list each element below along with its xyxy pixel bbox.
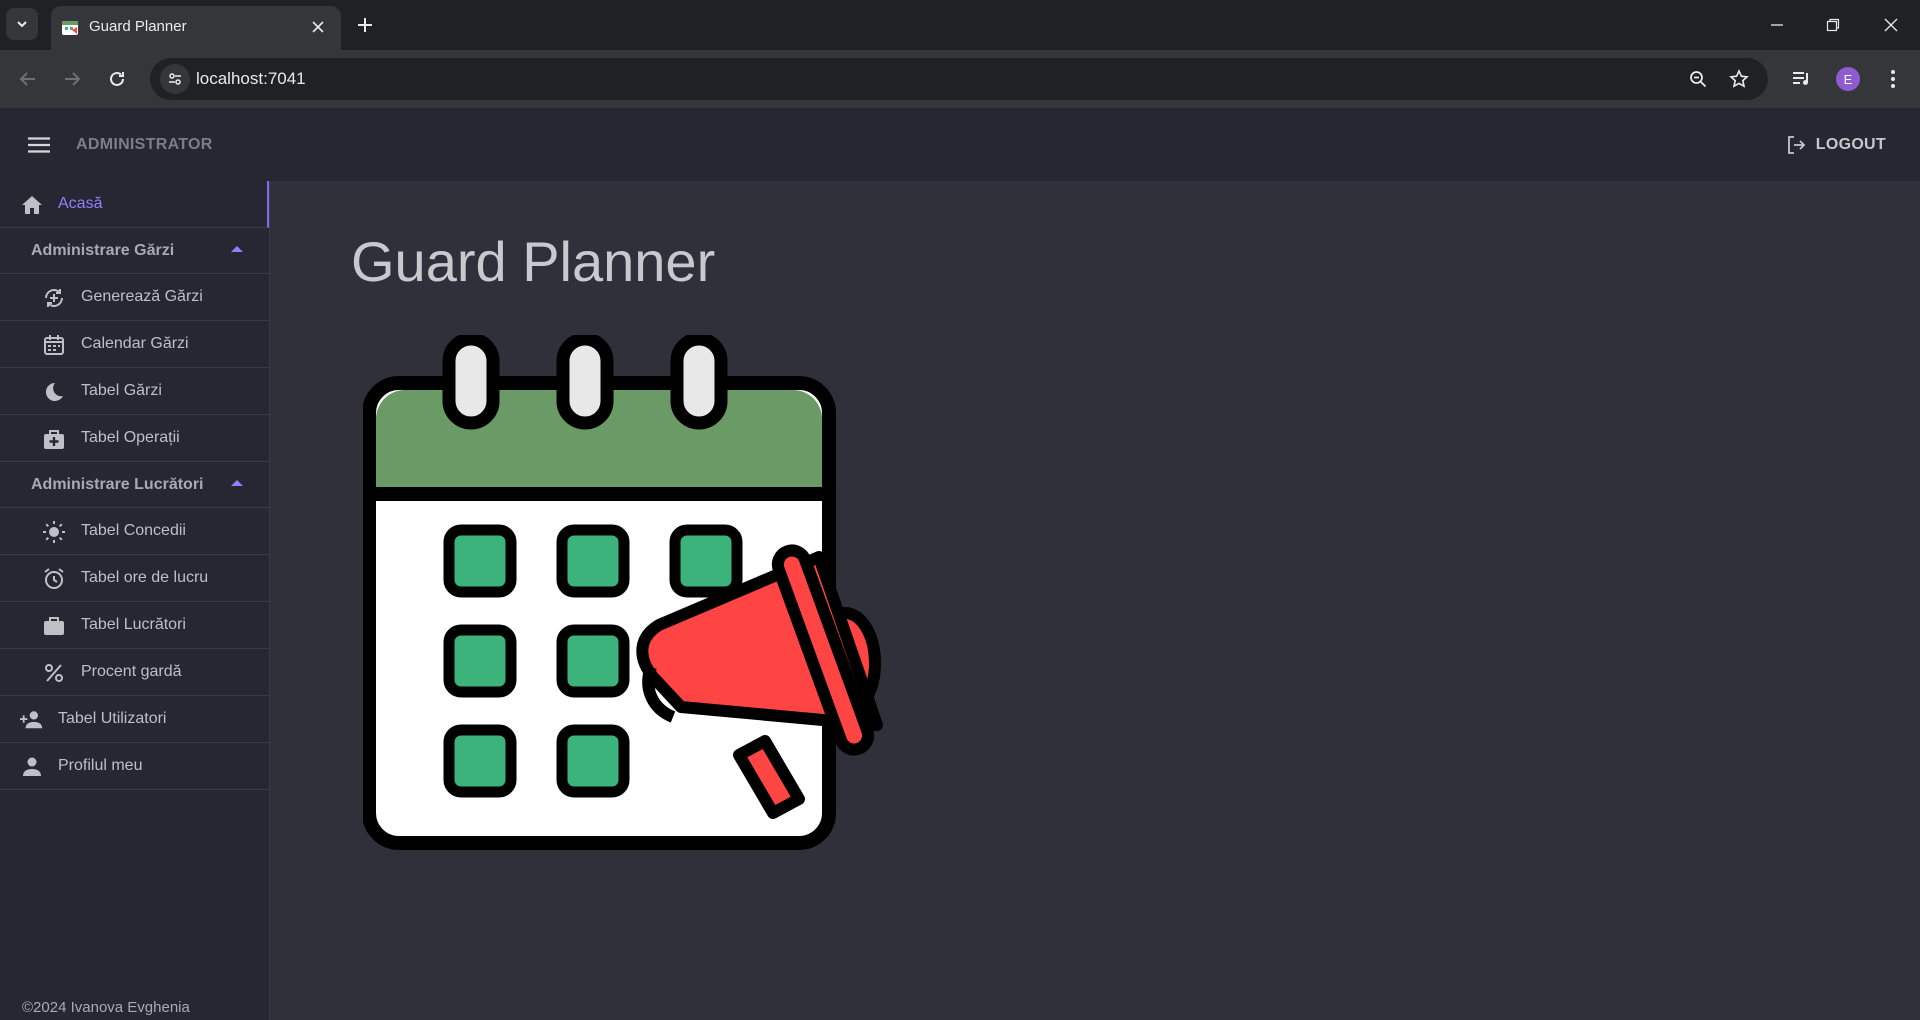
sidebar-item-generate-guards[interactable]: Generează Gărzi [0, 274, 269, 321]
forward-button[interactable] [56, 63, 88, 95]
tab-title: Guard Planner [89, 18, 187, 35]
sidebar-item-profile[interactable]: Profilul meu [0, 743, 269, 790]
generate-icon [42, 286, 66, 310]
sidebar-item-working-hours[interactable]: Tabel ore de lucru [0, 555, 269, 602]
back-button[interactable] [12, 63, 44, 95]
copyright-footer: ©2024 Ivanova Evghenia [22, 999, 190, 1016]
sidebar-item-guard-percent[interactable]: Procent gardă [0, 649, 269, 696]
app-header: ADMINISTRATOR LOGOUT [0, 108, 1920, 181]
caret-up-icon [231, 480, 243, 486]
sidebar-item-operations-table[interactable]: Tabel Operații [0, 415, 269, 462]
arrow-right-icon [65, 72, 81, 86]
minimize-button[interactable] [1762, 10, 1792, 40]
alarm-icon [42, 567, 66, 591]
add-user-icon [20, 708, 44, 732]
playlist-icon [1793, 72, 1808, 85]
more-vertical-icon [1891, 70, 1895, 88]
sidebar: Acasă Administrare Gărzi Generează Gărzi… [0, 181, 270, 1020]
caret-up-icon [231, 246, 243, 252]
user-role-label: ADMINISTRATOR [76, 136, 213, 153]
browser-menu-button[interactable] [1878, 64, 1908, 94]
address-bar[interactable]: localhost:7041 [150, 58, 1768, 100]
sidebar-item-label: Tabel Gărzi [81, 382, 162, 399]
hamburger-icon [28, 137, 50, 153]
sidebar-item-guard-table[interactable]: Tabel Gărzi [0, 368, 269, 415]
browser-toolbar: localhost:7041 E [0, 50, 1920, 108]
site-info-button[interactable] [160, 64, 190, 94]
browser-tab[interactable]: Guard Planner [51, 6, 341, 50]
reload-button[interactable] [101, 63, 133, 95]
plus-icon [358, 18, 372, 32]
close-icon [1884, 18, 1898, 32]
bookmark-button[interactable] [1727, 67, 1751, 91]
tab-close-button[interactable] [309, 18, 327, 36]
arrow-left-icon [19, 72, 35, 86]
close-icon [312, 21, 324, 33]
media-controls-button[interactable] [1787, 64, 1817, 94]
sidebar-group-label: Administrare Lucrători [31, 476, 204, 493]
sidebar-group-guards[interactable]: Administrare Gărzi [0, 228, 269, 274]
new-tab-button[interactable] [352, 12, 378, 38]
sidebar-item-label: Calendar Gărzi [81, 335, 189, 352]
tune-icon [169, 73, 181, 85]
calendar-favicon-icon [62, 21, 78, 35]
zoom-out-icon [1690, 71, 1707, 88]
calendar-rings [442, 335, 728, 430]
calendar-megaphone-illustration [363, 335, 883, 850]
page-title: Guard Planner [351, 230, 716, 293]
sidebar-item-label: Procent gardă [81, 663, 182, 680]
browser-tabbar: Guard Planner [0, 0, 1920, 50]
sidebar-item-leave-table[interactable]: Tabel Concedii [0, 508, 269, 555]
main-content: Guard Planner [271, 181, 1920, 1020]
url-text[interactable]: localhost:7041 [196, 69, 306, 89]
sidebar-group-workers[interactable]: Administrare Lucrători [0, 462, 269, 508]
medkit-icon [42, 427, 66, 451]
restore-icon [1826, 18, 1840, 32]
logout-icon [1787, 136, 1806, 154]
sidebar-item-label: Tabel Utilizatori [58, 710, 167, 727]
sidebar-item-label: Tabel ore de lucru [81, 569, 209, 586]
briefcase-icon [42, 614, 66, 638]
sidebar-item-label: Generează Gărzi [81, 288, 203, 305]
sidebar-item-guard-calendar[interactable]: Calendar Gărzi [0, 321, 269, 368]
tab-search-button[interactable] [6, 8, 38, 40]
sidebar-item-label: Tabel Lucrători [81, 616, 186, 633]
sidebar-item-users[interactable]: Tabel Utilizatori [0, 696, 269, 743]
minimize-icon [1771, 24, 1783, 26]
sidebar-item-workers-table[interactable]: Tabel Lucrători [0, 602, 269, 649]
profile-avatar[interactable]: E [1836, 67, 1860, 91]
chevron-down-icon [17, 21, 27, 28]
reload-icon [110, 71, 124, 86]
percent-icon [42, 661, 66, 685]
logout-label: LOGOUT [1815, 136, 1886, 153]
menu-toggle-button[interactable] [24, 132, 54, 158]
star-icon [1729, 69, 1749, 88]
close-window-button[interactable] [1876, 10, 1906, 40]
moon-icon [42, 380, 66, 404]
sidebar-item-label: Acasă [58, 195, 103, 212]
sun-icon [42, 520, 66, 544]
sidebar-item-label: Tabel Concedii [81, 522, 186, 539]
sidebar-group-label: Administrare Gărzi [31, 242, 175, 259]
calendar-icon [42, 333, 66, 357]
zoom-button[interactable] [1686, 67, 1710, 91]
sidebar-item-label: Profilul meu [58, 757, 143, 774]
home-icon [20, 193, 44, 217]
restore-button[interactable] [1818, 10, 1848, 40]
person-icon [20, 755, 44, 779]
sidebar-item-label: Tabel Operații [81, 429, 180, 446]
logout-button[interactable]: LOGOUT [1786, 131, 1886, 159]
sidebar-item-home[interactable]: Acasă [0, 181, 269, 228]
